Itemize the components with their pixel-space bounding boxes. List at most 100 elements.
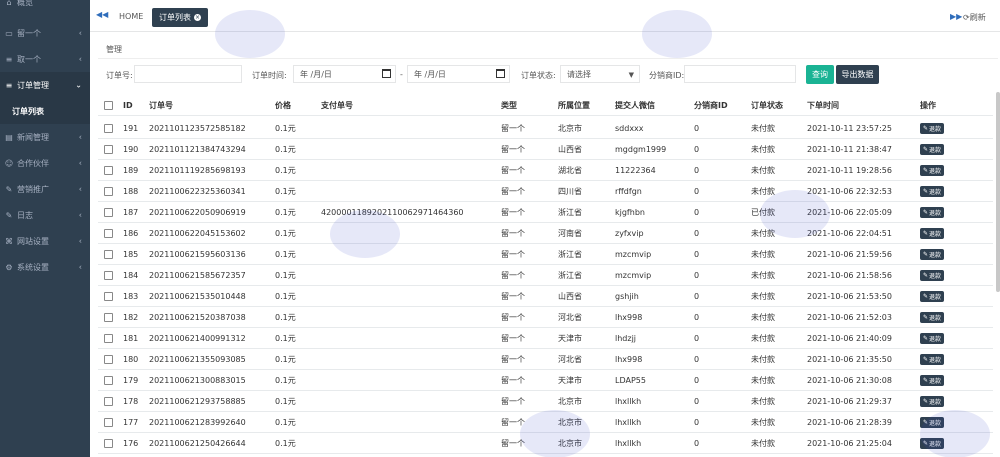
- sidebar-item-logs[interactable]: ✎ 日志 ‹: [0, 202, 90, 228]
- refund-button[interactable]: ✎ 退款: [920, 164, 945, 176]
- cell-status: 未付款: [751, 291, 775, 301]
- cell-price: 0.1元: [275, 291, 296, 301]
- row-checkbox[interactable]: [104, 249, 113, 259]
- refresh-button[interactable]: ⟳刷新: [963, 12, 986, 23]
- cell-type: 留一个: [501, 438, 525, 448]
- search-button[interactable]: 查询: [806, 65, 834, 84]
- distributor-id-input[interactable]: [684, 65, 796, 83]
- refund-button[interactable]: ✎ 退款: [920, 353, 945, 365]
- row-checkbox[interactable]: [104, 186, 113, 196]
- calendar-icon[interactable]: [382, 69, 391, 78]
- cell-id: 177: [123, 417, 139, 427]
- gear-icon: ⚙: [5, 262, 13, 272]
- row-checkbox[interactable]: [104, 144, 113, 154]
- row-checkbox[interactable]: [104, 228, 113, 238]
- row-checkbox[interactable]: [104, 333, 113, 343]
- cell-id: 176: [123, 438, 139, 448]
- select-all-checkbox[interactable]: [104, 101, 113, 110]
- col-header-status: 订单状态: [751, 101, 783, 110]
- row-checkbox[interactable]: [104, 123, 113, 133]
- users-icon: ☺: [4, 158, 14, 168]
- refund-button[interactable]: ✎ 退款: [920, 311, 945, 323]
- cell-location: 北京市: [558, 123, 582, 133]
- row-checkbox[interactable]: [104, 396, 113, 406]
- refund-button[interactable]: ✎ 退款: [920, 122, 945, 134]
- double-chevron-right-icon[interactable]: ▶▶: [950, 12, 962, 21]
- table-row: 189 2021101119285698193 0.1元 留一个 湖北省 11222364…: [98, 160, 993, 181]
- cell-location: 天津市: [558, 375, 582, 385]
- sidebar-item-marketing[interactable]: ✎ 营销推广 ‹: [0, 176, 90, 202]
- home-icon: ⌂: [6, 0, 12, 7]
- row-checkbox[interactable]: [104, 417, 113, 427]
- row-checkbox[interactable]: [104, 207, 113, 217]
- order-status-label: 订单状态:: [521, 71, 556, 80]
- refund-label: 退款: [929, 314, 942, 322]
- table-row: 188 2021100622325360341 0.1元 留一个 四川省 rffdfgn 0…: [98, 181, 993, 202]
- row-checkbox[interactable]: [104, 165, 113, 175]
- refund-button[interactable]: ✎ 退款: [920, 248, 945, 260]
- date-placeholder: 年 /月/日: [300, 69, 332, 79]
- tab-order-list[interactable]: 订单列表 ×: [152, 8, 208, 27]
- refund-button[interactable]: ✎ 退款: [920, 185, 945, 197]
- row-checkbox[interactable]: [104, 312, 113, 322]
- start-date-input[interactable]: 年 /月/日: [293, 65, 396, 83]
- refresh-label: 刷新: [969, 13, 986, 22]
- list-icon: ≡: [5, 54, 13, 64]
- cell-location: 北京市: [558, 438, 582, 448]
- tab-home[interactable]: HOME: [119, 12, 143, 21]
- refund-button[interactable]: ✎ 退款: [920, 374, 945, 386]
- cell-wechat: lhx998: [615, 354, 643, 364]
- row-checkbox[interactable]: [104, 375, 113, 385]
- table-row: 182 2021100621520387038 0.1元 留一个 河北省 lhx998 0 未…: [98, 307, 993, 328]
- sidebar-item-orders[interactable]: ≡ 订单管理 ⌄: [0, 72, 90, 98]
- cell-location: 湖北省: [558, 165, 582, 175]
- sidebar-item-partners[interactable]: ☺ 合作伙伴 ‹: [0, 150, 90, 176]
- list-icon: ≡: [5, 80, 13, 90]
- cell-wechat: mzcmvip: [615, 270, 652, 280]
- cell-time: 2021-10-06 21:58:56: [807, 270, 892, 280]
- scrollbar[interactable]: [996, 92, 1000, 292]
- order-no-input[interactable]: [134, 65, 242, 83]
- chevron-left-icon: ‹: [78, 54, 82, 64]
- cell-id: 186: [123, 228, 139, 238]
- refund-button[interactable]: ✎ 退款: [920, 143, 945, 155]
- refund-label: 退款: [929, 125, 942, 133]
- col-header-order-no: 订单号: [149, 101, 173, 110]
- refund-button[interactable]: ✎ 退款: [920, 227, 945, 239]
- cell-price: 0.1元: [275, 123, 296, 133]
- sidebar-item-news[interactable]: ▤ 新闻管理 ‹: [0, 124, 90, 150]
- refund-button[interactable]: ✎ 退款: [920, 437, 945, 449]
- refund-button[interactable]: ✎ 退款: [920, 269, 945, 281]
- cell-status: 未付款: [751, 396, 775, 406]
- refund-button[interactable]: ✎ 退款: [920, 395, 945, 407]
- sidebar-item-site-settings[interactable]: ⌘ 网站设置 ‹: [0, 228, 90, 254]
- row-checkbox[interactable]: [104, 438, 113, 448]
- calendar-icon[interactable]: [496, 69, 505, 78]
- refund-label: 退款: [929, 272, 942, 280]
- cell-distributor-id: 0: [694, 312, 700, 322]
- end-date-input[interactable]: 年 /月/日: [407, 65, 510, 83]
- order-status-select[interactable]: 请选择 ▼: [560, 65, 640, 83]
- sidebar-item-overview[interactable]: ⌂ 概览: [0, 0, 90, 7]
- row-checkbox[interactable]: [104, 291, 113, 301]
- sidebar-item-leave-one[interactable]: ▭ 留一个 ‹: [0, 20, 90, 46]
- sidebar-subitem-order-list[interactable]: 订单列表: [0, 98, 90, 124]
- refund-button[interactable]: ✎ 退款: [920, 332, 945, 344]
- refund-button[interactable]: ✎ 退款: [920, 206, 945, 218]
- close-icon[interactable]: ×: [194, 14, 201, 21]
- cell-wechat: rffdfgn: [615, 186, 642, 196]
- cell-price: 0.1元: [275, 396, 296, 406]
- row-checkbox[interactable]: [104, 270, 113, 280]
- row-checkbox[interactable]: [104, 354, 113, 364]
- cell-status: 未付款: [751, 270, 775, 280]
- cell-distributor-id: 0: [694, 186, 700, 196]
- refund-button[interactable]: ✎ 退款: [920, 290, 945, 302]
- export-button[interactable]: 导出数据: [836, 65, 879, 84]
- cell-time: 2021-10-11 23:57:25: [807, 123, 892, 133]
- sidebar-item-take-one[interactable]: ≡ 取一个 ‹: [0, 46, 90, 72]
- sidebar-item-system-settings[interactable]: ⚙ 系统设置 ‹: [0, 254, 90, 280]
- refund-button[interactable]: ✎ 退款: [920, 416, 945, 428]
- cell-distributor-id: 0: [694, 270, 700, 280]
- double-chevron-left-icon[interactable]: ◀◀: [96, 10, 108, 19]
- edit-icon: ✎: [923, 124, 929, 132]
